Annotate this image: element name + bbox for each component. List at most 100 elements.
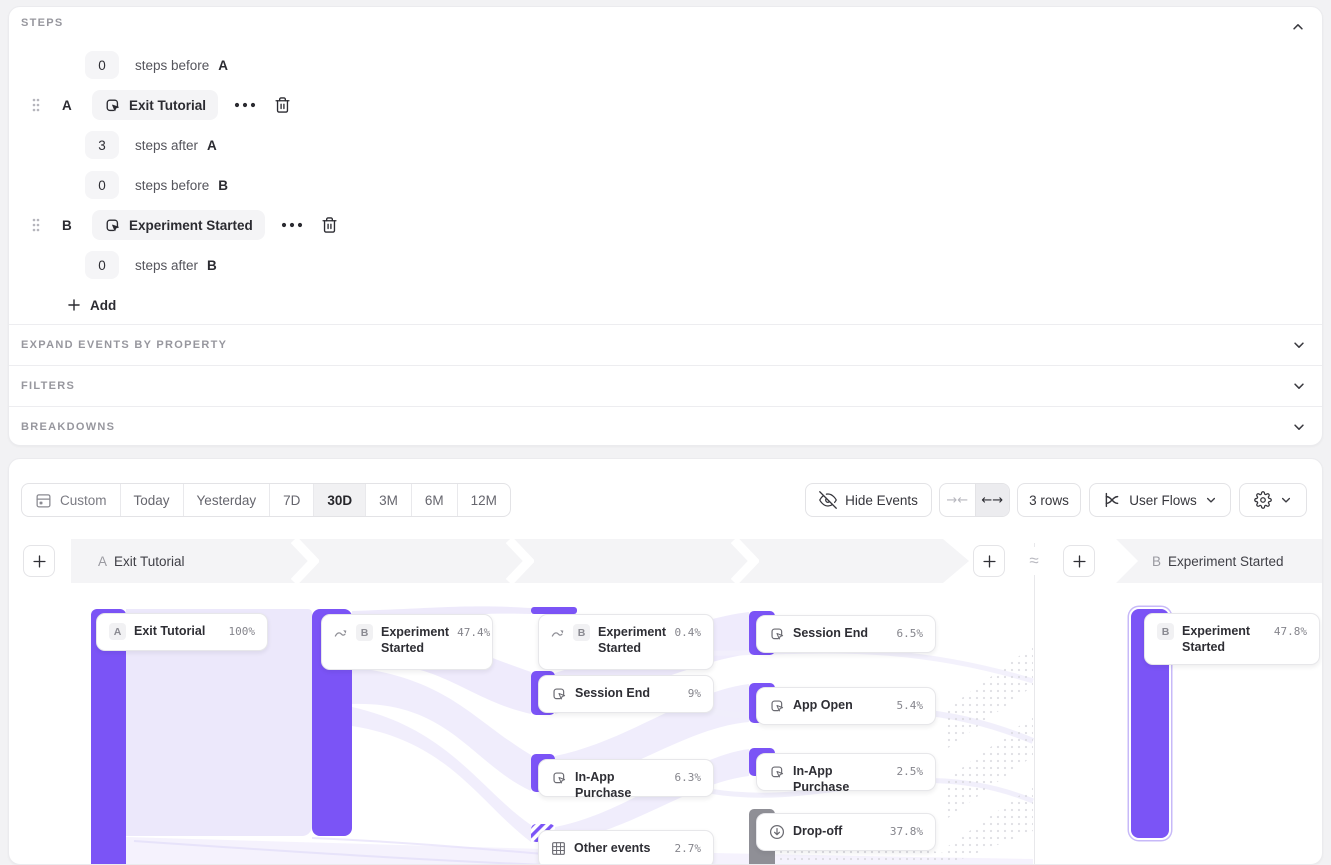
calendar-icon xyxy=(35,492,52,509)
connector-label: steps after xyxy=(135,258,198,273)
steps-collapse-button[interactable] xyxy=(1288,17,1308,37)
add-step-button[interactable]: Add xyxy=(67,298,116,313)
connector-ref: B xyxy=(218,178,228,193)
bar-experiment-started-04[interactable] xyxy=(531,607,577,614)
rows-button[interactable]: 3 rows xyxy=(1017,483,1081,517)
filters-section[interactable]: FILTERS xyxy=(9,365,1322,406)
event-select-experiment-started[interactable]: Experiment Started xyxy=(92,210,265,240)
connector-label: steps before xyxy=(135,58,209,73)
range-7d[interactable]: 7D xyxy=(269,484,313,516)
event-click-icon xyxy=(551,685,567,702)
step-badge: A xyxy=(109,623,126,640)
chevron-down-icon xyxy=(1292,338,1306,352)
node-label: Experiment Started xyxy=(598,624,667,657)
add-row: Add xyxy=(9,285,1322,325)
event-name: Exit Tutorial xyxy=(129,98,206,113)
range-6m[interactable]: 6M xyxy=(411,484,457,516)
step-badge: B xyxy=(356,624,373,641)
node-label: App Open xyxy=(793,697,889,713)
steps-after-b-input[interactable]: 0 xyxy=(85,251,119,279)
step-a-header-band[interactable]: A Exit Tutorial xyxy=(71,539,969,583)
indirect-flow-icon xyxy=(551,624,565,639)
node-other-events[interactable]: Other events 2.7% xyxy=(538,830,714,865)
breakdowns-section[interactable]: BREAKDOWNS xyxy=(9,406,1322,447)
node-experiment-started-04[interactable]: B Experiment Started 0.4% xyxy=(538,614,714,670)
node-drop-off[interactable]: Drop-off 37.8% xyxy=(756,813,936,851)
node-percent: 100% xyxy=(229,623,256,638)
steps-before-a-input[interactable]: 0 xyxy=(85,51,119,79)
plus-icon xyxy=(982,554,997,569)
steps-panel: STEPS 0 steps before A A Exit Tutorial xyxy=(8,6,1323,446)
expand-events-section[interactable]: EXPAND EVENTS BY PROPERTY xyxy=(9,324,1322,365)
steps-after-a-input[interactable]: 3 xyxy=(85,131,119,159)
collapse-columns-icon[interactable]: →← xyxy=(940,484,975,516)
steps-rows: 0 steps before A A Exit Tutorial 3 steps xyxy=(9,45,1322,325)
more-options-icon[interactable] xyxy=(234,102,256,108)
node-experiment-started-478[interactable]: B Experiment Started 47.8% xyxy=(1144,613,1320,665)
view-selector-button[interactable]: User Flows xyxy=(1089,483,1231,517)
section-label: EXPAND EVENTS BY PROPERTY xyxy=(21,339,227,351)
collapse-expand-toggle: →← ←→ xyxy=(939,483,1010,517)
user-flows-icon xyxy=(1103,491,1121,509)
event-name: Experiment Started xyxy=(129,218,253,233)
drag-handle-icon[interactable] xyxy=(31,97,41,113)
range-label: Custom xyxy=(60,493,107,508)
settings-button[interactable] xyxy=(1239,483,1307,517)
step-badge: B xyxy=(1157,623,1174,640)
node-label: Session End xyxy=(793,625,889,641)
range-custom[interactable]: Custom xyxy=(22,484,120,516)
connector-row: 3 steps after A xyxy=(9,125,1322,165)
hide-events-label: Hide Events xyxy=(845,493,918,508)
more-options-icon[interactable] xyxy=(281,222,303,228)
node-label: Session End xyxy=(575,685,680,701)
step-b-header-band[interactable]: B Experiment Started xyxy=(1116,539,1323,583)
add-step-between-right-button[interactable] xyxy=(1063,545,1095,577)
chevron-down-icon xyxy=(1205,494,1217,506)
add-step-between-left-button[interactable] xyxy=(973,545,1005,577)
node-percent: 2.7% xyxy=(675,840,702,855)
view-label: User Flows xyxy=(1129,493,1197,508)
step-letter: A xyxy=(62,98,74,113)
node-label: Experiment Started xyxy=(1182,623,1266,656)
range-today[interactable]: Today xyxy=(120,484,183,516)
add-step-before-button[interactable] xyxy=(23,545,55,577)
steps-before-b-input[interactable]: 0 xyxy=(85,171,119,199)
node-percent: 6.3% xyxy=(675,769,702,784)
trash-icon[interactable] xyxy=(321,216,338,234)
node-in-app-purchase-63[interactable]: In-App Purchase 6.3% xyxy=(538,759,714,797)
step-b-label: Experiment Started xyxy=(1168,554,1284,569)
section-label: FILTERS xyxy=(21,380,75,392)
connector-ref: B xyxy=(207,258,217,273)
range-label: Today xyxy=(134,493,170,508)
trash-icon[interactable] xyxy=(274,96,291,114)
range-30d-selected[interactable]: 30D xyxy=(313,484,365,516)
range-label: 6M xyxy=(425,493,444,508)
step-row-a: A Exit Tutorial xyxy=(9,85,1322,125)
range-yesterday[interactable]: Yesterday xyxy=(183,484,270,516)
gear-icon xyxy=(1254,491,1272,509)
drop-off-icon xyxy=(769,823,785,840)
node-label: Drop-off xyxy=(793,823,882,839)
expand-columns-icon[interactable]: ←→ xyxy=(975,484,1010,516)
node-in-app-purchase-25[interactable]: In-App Purchase 2.5% xyxy=(756,753,936,791)
node-session-end-9[interactable]: Session End 9% xyxy=(538,675,714,713)
range-12m[interactable]: 12M xyxy=(457,484,510,516)
node-label: Experiment Started xyxy=(381,624,449,657)
connector-row: 0 steps before A xyxy=(9,45,1322,85)
date-range-selector: Custom Today Yesterday 7D 30D 3M 6M 12M xyxy=(21,483,511,517)
event-select-exit-tutorial[interactable]: Exit Tutorial xyxy=(92,90,218,120)
step-letter: B xyxy=(62,218,74,233)
connector-label: steps after xyxy=(135,138,198,153)
node-experiment-started-47[interactable]: B Experiment Started 47.4% xyxy=(321,614,493,670)
hide-events-button[interactable]: Hide Events xyxy=(805,483,932,517)
node-app-open[interactable]: App Open 5.4% xyxy=(756,687,936,725)
steps-section-title: STEPS xyxy=(21,17,64,29)
event-click-icon xyxy=(104,97,121,114)
chevron-up-icon xyxy=(1291,20,1305,34)
node-exit-tutorial[interactable]: A Exit Tutorial 100% xyxy=(96,613,268,651)
node-session-end-65[interactable]: Session End 6.5% xyxy=(756,615,936,653)
node-percent: 47.4% xyxy=(457,624,490,639)
drag-handle-icon[interactable] xyxy=(31,217,41,233)
step-b-letter: B xyxy=(1152,554,1161,569)
range-3m[interactable]: 3M xyxy=(365,484,411,516)
